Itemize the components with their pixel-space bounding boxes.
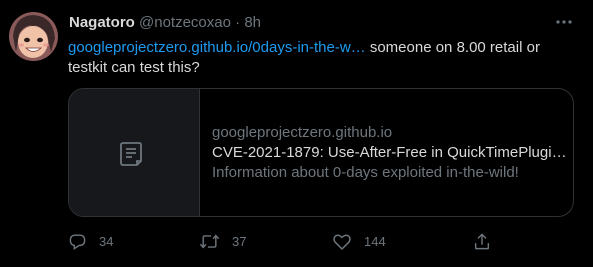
document-icon	[120, 142, 142, 166]
avatar[interactable]	[9, 12, 58, 61]
tweet[interactable]: Nagatoro @notzecoxao · 8h googleprojectz…	[0, 0, 593, 267]
retweet-icon	[199, 233, 220, 249]
more-icon[interactable]	[554, 12, 574, 32]
retweet-button[interactable]: 37	[199, 230, 246, 252]
author-name[interactable]: Nagatoro	[69, 14, 135, 31]
card-description: Information about 0-days exploited in-th…	[212, 164, 519, 181]
tweet-text: googleprojectzero.github.io/0days-in-the…	[68, 38, 573, 78]
like-icon	[333, 234, 351, 250]
reply-icon	[69, 233, 86, 250]
like-button[interactable]: 144	[332, 230, 386, 252]
reply-button[interactable]: 34	[68, 230, 113, 252]
share-button[interactable]	[473, 230, 503, 252]
card-thumbnail	[69, 89, 200, 216]
separator-dot: ·	[235, 14, 241, 31]
author-handle[interactable]: @notzecoxao	[139, 14, 231, 31]
reply-count: 34	[99, 233, 114, 249]
card-body: googleprojectzero.github.io CVE-2021-187…	[212, 123, 567, 183]
like-count: 144	[364, 233, 386, 249]
tweet-link[interactable]: googleprojectzero.github.io/0days-in-the…	[68, 39, 366, 56]
link-card[interactable]: googleprojectzero.github.io CVE-2021-187…	[68, 88, 574, 217]
card-domain: googleprojectzero.github.io	[212, 124, 393, 141]
share-icon	[474, 232, 490, 249]
retweet-count: 37	[232, 233, 247, 249]
tweet-header: Nagatoro @notzecoxao · 8h	[69, 14, 261, 32]
action-bar: 34 37 144	[68, 230, 508, 252]
timestamp[interactable]: 8h	[244, 14, 261, 31]
card-title: CVE-2021-1879: Use-After-Free in QuickTi…	[212, 144, 567, 161]
